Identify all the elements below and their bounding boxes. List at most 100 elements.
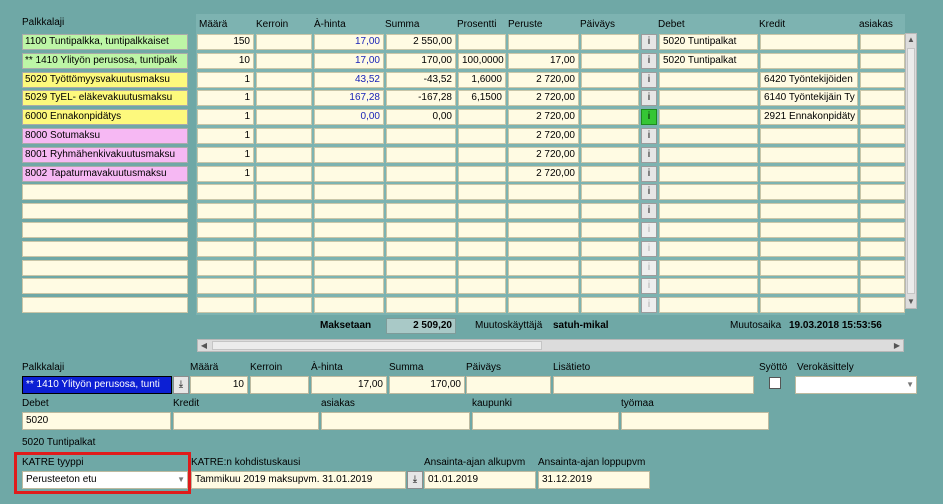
grid-cell-prosentti[interactable]: [458, 241, 506, 257]
info-icon[interactable]: i: [641, 297, 657, 313]
grid-cell-summa[interactable]: -167,28: [386, 90, 456, 106]
grid-cell-kredit[interactable]: [760, 184, 858, 200]
grid-cell-maara[interactable]: 1: [197, 72, 254, 88]
grid-cell-ahinta[interactable]: [314, 241, 384, 257]
palkkalaji-row[interactable]: [22, 222, 188, 238]
grid-cell-kerroin[interactable]: [256, 241, 312, 257]
grid-cell-prosentti[interactable]: [458, 109, 506, 125]
grid-cell-asiakas[interactable]: [860, 90, 905, 106]
detail-maara-input[interactable]: 10: [190, 376, 248, 394]
grid-cell-prosentti[interactable]: [458, 166, 506, 182]
grid-cell-debet[interactable]: [659, 203, 758, 219]
grid-cell-kerroin[interactable]: [256, 90, 312, 106]
grid-cell-kredit[interactable]: 6420 Työntekijöiden: [760, 72, 858, 88]
loppupvm-input[interactable]: 31.12.2019: [538, 471, 650, 489]
grid-cell-kredit[interactable]: 2921 Ennakonpidäty: [760, 109, 858, 125]
grid-cell-prosentti[interactable]: 6,1500: [458, 90, 506, 106]
palkkalaji-row[interactable]: 6000 Ennakonpidätys: [22, 109, 188, 125]
grid-cell-peruste[interactable]: [508, 203, 579, 219]
grid-cell-maara[interactable]: [197, 222, 254, 238]
grid-cell-peruste[interactable]: [508, 260, 579, 276]
syotto-checkbox[interactable]: [769, 377, 781, 389]
grid-cell-paivays[interactable]: [581, 297, 639, 313]
palkkalaji-row[interactable]: 8001 Ryhmähenkivakuutusmaksu: [22, 147, 188, 163]
grid-cell-debet[interactable]: [659, 241, 758, 257]
grid-cell-asiakas[interactable]: [860, 184, 905, 200]
horizontal-scroll-thumb[interactable]: [212, 341, 542, 350]
grid-cell-paivays[interactable]: [581, 203, 639, 219]
grid-cell-peruste[interactable]: 2 720,00: [508, 147, 579, 163]
grid-cell-asiakas[interactable]: [860, 166, 905, 182]
grid-cell-kredit[interactable]: [760, 203, 858, 219]
palkkalaji-row[interactable]: 8000 Sotumaksu: [22, 128, 188, 144]
info-icon[interactable]: i: [641, 72, 657, 88]
grid-cell-asiakas[interactable]: [860, 260, 905, 276]
verokasittely-select[interactable]: ▼: [795, 376, 917, 394]
info-icon[interactable]: i: [641, 90, 657, 106]
grid-cell-kerroin[interactable]: [256, 34, 312, 50]
grid-cell-peruste[interactable]: 2 720,00: [508, 90, 579, 106]
grid-cell-prosentti[interactable]: [458, 184, 506, 200]
palkkalaji-row[interactable]: [22, 203, 188, 219]
grid-cell-paivays[interactable]: [581, 90, 639, 106]
grid-cell-kredit[interactable]: [760, 147, 858, 163]
detail-lisatieto-input[interactable]: [553, 376, 754, 394]
vertical-scroll-thumb[interactable]: [907, 48, 915, 294]
grid-cell-prosentti[interactable]: [458, 203, 506, 219]
grid-cell-maara[interactable]: 1: [197, 147, 254, 163]
grid-cell-ahinta[interactable]: 167,28: [314, 90, 384, 106]
grid-cell-peruste[interactable]: [508, 184, 579, 200]
grid-cell-peruste[interactable]: [508, 241, 579, 257]
grid-cell-kerroin[interactable]: [256, 72, 312, 88]
grid-cell-maara[interactable]: [197, 278, 254, 294]
grid-cell-asiakas[interactable]: [860, 203, 905, 219]
detail-tyomaa-input[interactable]: [621, 412, 769, 430]
palkkalaji-row[interactable]: [22, 241, 188, 257]
grid-cell-asiakas[interactable]: [860, 147, 905, 163]
grid-cell-kredit[interactable]: 6140 Työntekijäin Ty: [760, 90, 858, 106]
grid-cell-debet[interactable]: [659, 128, 758, 144]
detail-paivays-input[interactable]: [466, 376, 551, 394]
grid-cell-asiakas[interactable]: [860, 72, 905, 88]
grid-cell-summa[interactable]: [386, 166, 456, 182]
grid-cell-kerroin[interactable]: [256, 147, 312, 163]
scroll-left-icon[interactable]: ◀: [198, 340, 210, 351]
grid-cell-prosentti[interactable]: [458, 34, 506, 50]
grid-cell-summa[interactable]: 0,00: [386, 109, 456, 125]
grid-cell-debet[interactable]: [659, 90, 758, 106]
grid-cell-ahinta[interactable]: 17,00: [314, 34, 384, 50]
grid-cell-kredit[interactable]: [760, 53, 858, 69]
palkkalaji-row[interactable]: 5029 TyEL- eläkevakuutusmaksu: [22, 90, 188, 106]
grid-cell-prosentti[interactable]: [458, 278, 506, 294]
grid-cell-maara[interactable]: 10: [197, 53, 254, 69]
grid-cell-kerroin[interactable]: [256, 166, 312, 182]
info-icon[interactable]: i: [641, 260, 657, 276]
grid-cell-kerroin[interactable]: [256, 128, 312, 144]
alkupvm-input[interactable]: 01.01.2019: [424, 471, 536, 489]
palkkalaji-row[interactable]: 5020 Työttömyysvakuutusmaksu: [22, 72, 188, 88]
grid-cell-debet[interactable]: [659, 260, 758, 276]
grid-cell-kredit[interactable]: [760, 34, 858, 50]
grid-cell-maara[interactable]: 1: [197, 128, 254, 144]
grid-cell-kerroin[interactable]: [256, 203, 312, 219]
grid-cell-prosentti[interactable]: [458, 147, 506, 163]
info-icon[interactable]: i: [641, 184, 657, 200]
grid-cell-ahinta[interactable]: [314, 128, 384, 144]
detail-debet-input[interactable]: 5020: [22, 412, 171, 430]
grid-cell-debet[interactable]: [659, 184, 758, 200]
grid-cell-paivays[interactable]: [581, 184, 639, 200]
grid-cell-kerroin[interactable]: [256, 260, 312, 276]
grid-cell-ahinta[interactable]: 0,00: [314, 109, 384, 125]
grid-cell-asiakas[interactable]: [860, 241, 905, 257]
info-icon[interactable]: i: [641, 166, 657, 182]
grid-cell-peruste[interactable]: [508, 34, 579, 50]
detail-kerroin-input[interactable]: [250, 376, 309, 394]
palkkalaji-row[interactable]: 1100 Tuntipalkka, tuntipalkkaiset: [22, 34, 188, 50]
grid-cell-kredit[interactable]: [760, 297, 858, 313]
grid-cell-maara[interactable]: [197, 241, 254, 257]
grid-cell-maara[interactable]: [197, 297, 254, 313]
grid-cell-asiakas[interactable]: [860, 297, 905, 313]
grid-cell-prosentti[interactable]: [458, 260, 506, 276]
grid-cell-asiakas[interactable]: [860, 34, 905, 50]
grid-cell-ahinta[interactable]: 43,52: [314, 72, 384, 88]
